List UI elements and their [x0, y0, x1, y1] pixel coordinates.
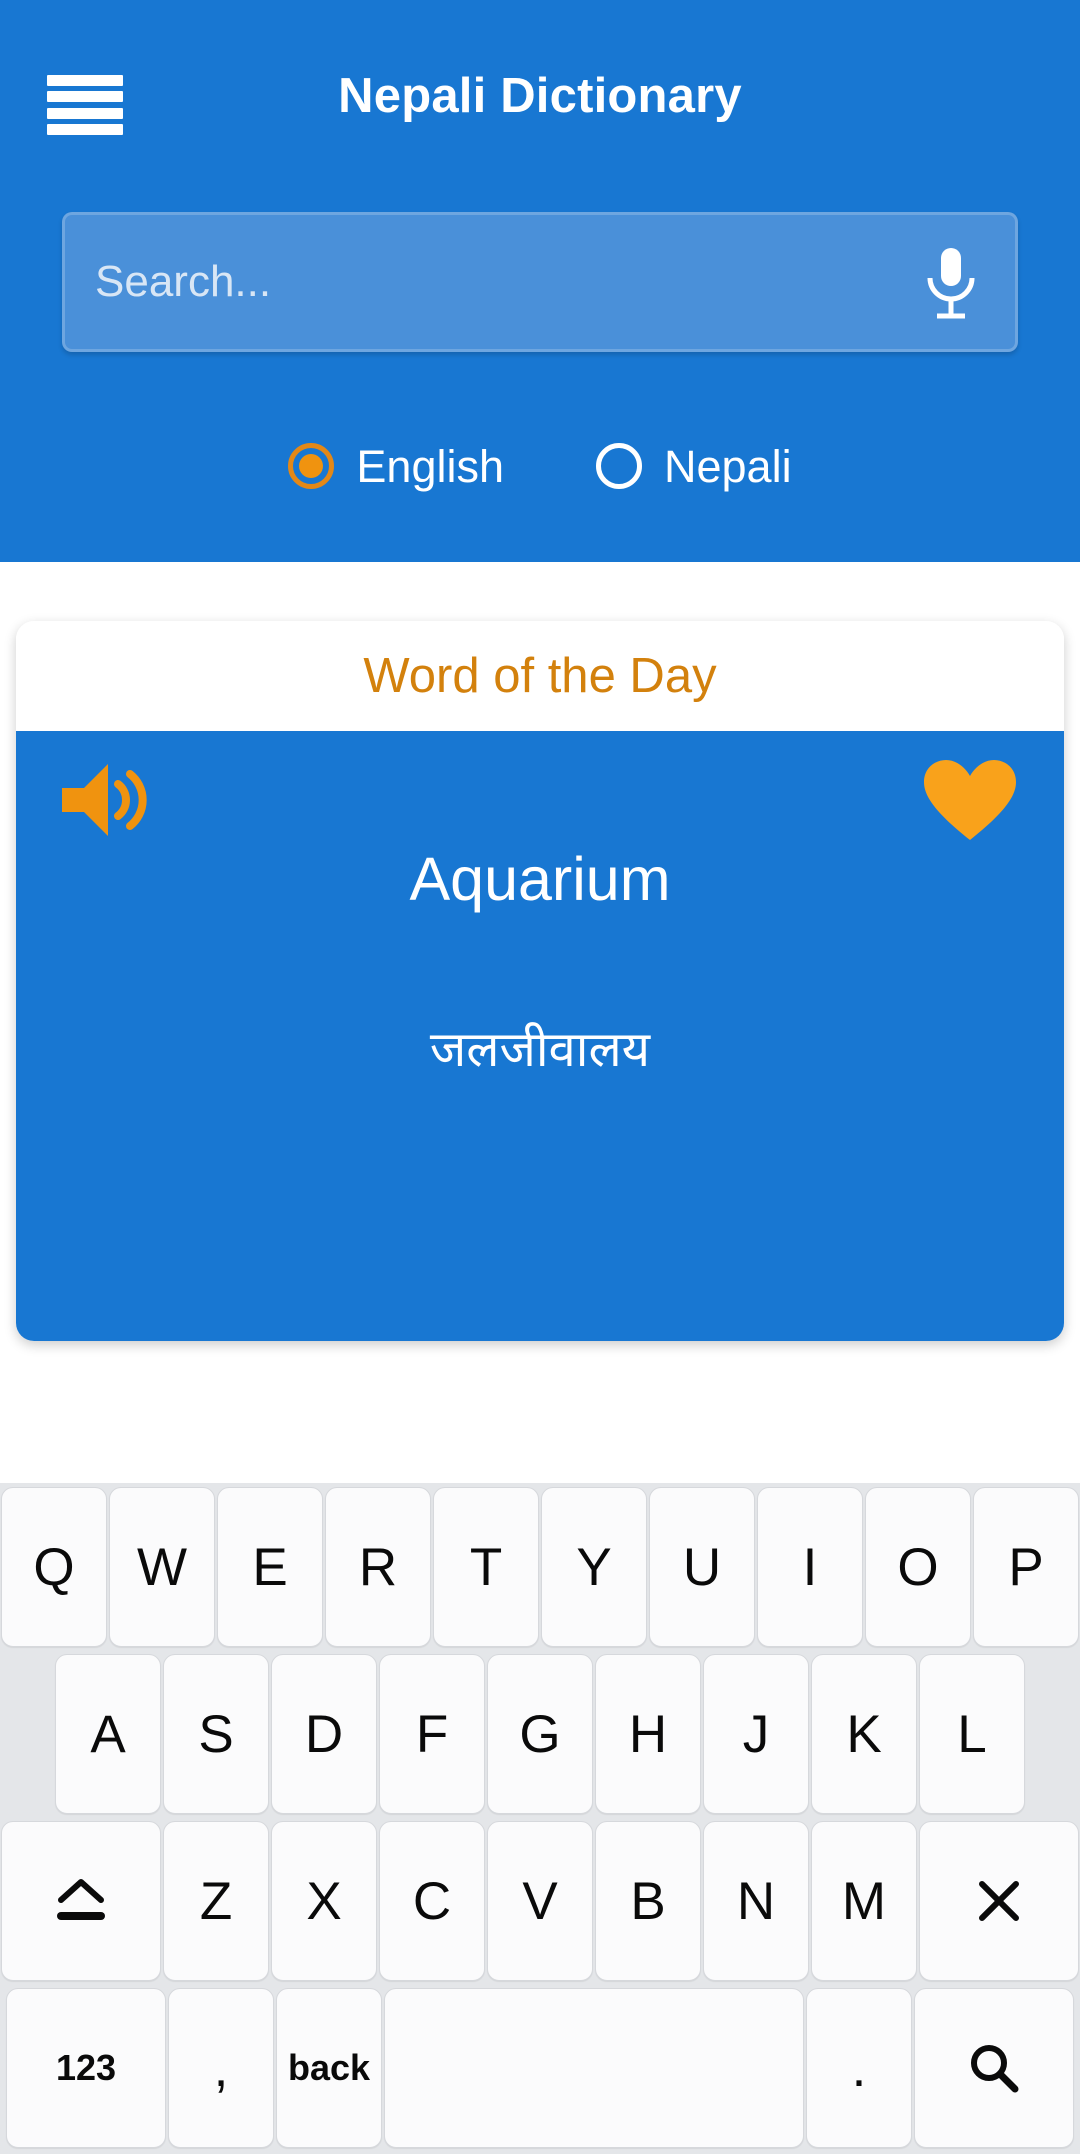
key-v[interactable]: V: [487, 1821, 593, 1981]
key-s[interactable]: S: [163, 1654, 269, 1814]
word-of-the-day-word: Aquarium: [409, 845, 671, 913]
key-t[interactable]: T: [433, 1487, 539, 1647]
speaker-volume-icon[interactable]: [56, 758, 156, 842]
key-r[interactable]: R: [325, 1487, 431, 1647]
search-input[interactable]: [95, 215, 895, 349]
key-p[interactable]: P: [973, 1487, 1079, 1647]
keyboard-row-4: 123 , back .: [0, 1988, 1080, 2154]
key-f[interactable]: F: [379, 1654, 485, 1814]
key-y[interactable]: Y: [541, 1487, 647, 1647]
key-d[interactable]: D: [271, 1654, 377, 1814]
key-j[interactable]: J: [703, 1654, 809, 1814]
header-bar: Nepali Dictionary: [0, 0, 1080, 190]
language-option-nepali[interactable]: Nepali: [596, 443, 792, 489]
key-k[interactable]: K: [811, 1654, 917, 1814]
back-key[interactable]: back: [276, 1988, 382, 2148]
key-q[interactable]: Q: [1, 1487, 107, 1647]
key-c[interactable]: C: [379, 1821, 485, 1981]
close-x-icon: [974, 1876, 1024, 1926]
radio-nepali[interactable]: [596, 443, 642, 489]
keyboard-row-2: A S D F G H J K L: [0, 1654, 1080, 1821]
keyboard-row-1: Q W E R T Y U I O P: [0, 1487, 1080, 1654]
numeric-key[interactable]: 123: [6, 1988, 166, 2148]
hamburger-line: [47, 123, 123, 135]
app-screen: Nepali Dictionary English Nepali: [0, 0, 1080, 2154]
key-u[interactable]: U: [649, 1487, 755, 1647]
search-icon: [966, 2040, 1022, 2096]
key-e[interactable]: E: [217, 1487, 323, 1647]
key-o[interactable]: O: [865, 1487, 971, 1647]
key-g[interactable]: G: [487, 1654, 593, 1814]
shift-icon: [51, 1876, 111, 1926]
key-i[interactable]: I: [757, 1487, 863, 1647]
language-option-english[interactable]: English: [288, 443, 504, 489]
key-b[interactable]: B: [595, 1821, 701, 1981]
key-x[interactable]: X: [271, 1821, 377, 1981]
key-z[interactable]: Z: [163, 1821, 269, 1981]
microphone-icon[interactable]: [925, 246, 977, 322]
language-toggle: English Nepali: [0, 420, 1080, 512]
key-l[interactable]: L: [919, 1654, 1025, 1814]
key-n[interactable]: N: [703, 1821, 809, 1981]
page-title: Nepali Dictionary: [338, 69, 742, 123]
space-key[interactable]: [384, 1988, 804, 2148]
key-a[interactable]: A: [55, 1654, 161, 1814]
search-key[interactable]: [914, 1988, 1074, 2148]
comma-key[interactable]: ,: [168, 1988, 274, 2148]
search-bar[interactable]: [62, 212, 1018, 352]
language-label-nepali: Nepali: [664, 440, 792, 492]
key-w[interactable]: W: [109, 1487, 215, 1647]
word-of-the-day-header: Word of the Day: [16, 621, 1064, 731]
word-of-the-day-title: Word of the Day: [363, 648, 717, 703]
backspace-key[interactable]: [919, 1821, 1079, 1981]
word-of-the-day-translation: जलजीवालय: [429, 1023, 651, 1077]
period-key[interactable]: .: [806, 1988, 912, 2148]
radio-english[interactable]: [288, 443, 335, 489]
word-of-the-day-card: Word of the Day Aquarium जलजीवालय: [16, 621, 1064, 1341]
language-label-english: English: [356, 440, 504, 492]
shift-key[interactable]: [1, 1821, 161, 1981]
heart-icon[interactable]: [922, 758, 1018, 842]
key-m[interactable]: M: [811, 1821, 917, 1981]
keyboard-row-3: Z X C V B N M: [0, 1821, 1080, 1988]
app-header: Nepali Dictionary English Nepali: [0, 0, 1080, 562]
key-h[interactable]: H: [595, 1654, 701, 1814]
word-of-the-day-body: Aquarium जलजीवालय: [16, 731, 1064, 1341]
on-screen-keyboard: Q W E R T Y U I O P A S D F G H J K L Z …: [0, 1483, 1080, 2154]
